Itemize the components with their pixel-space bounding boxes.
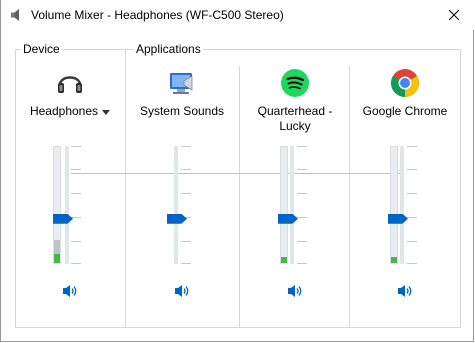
- app-channel-chrome: Google Chrome: [350, 66, 460, 328]
- app-name: System Sounds: [139, 104, 225, 118]
- device-volume-slider-thumb[interactable]: [53, 213, 73, 224]
- tick: [297, 146, 307, 147]
- title-bar[interactable]: Volume Mixer - Headphones (WF-C500 Stere…: [1, 0, 475, 30]
- applications-group-label: Applications: [134, 42, 203, 56]
- app-channel-spotify: Quarterhead - Lucky: [240, 66, 350, 328]
- device-channel: Headphones: [15, 66, 125, 328]
- mute-button[interactable]: [286, 283, 304, 299]
- tick: [407, 169, 417, 170]
- tick: [71, 169, 81, 170]
- app-peak-meter: [390, 146, 398, 264]
- app-channel-system-sounds: System Sounds: [127, 66, 237, 328]
- tick: [407, 217, 417, 218]
- tick: [181, 193, 191, 194]
- device-name: Headphones: [29, 104, 99, 118]
- chrome-icon: [391, 69, 419, 97]
- slider-ticks: [407, 146, 417, 264]
- app-slider-track[interactable]: [290, 146, 294, 264]
- meter-peak-level: [54, 253, 60, 263]
- tick: [71, 193, 81, 194]
- tick: [297, 241, 307, 242]
- tick: [297, 169, 307, 170]
- speaker-icon: [288, 285, 302, 297]
- app-volume-slider-thumb[interactable]: [278, 213, 298, 224]
- mute-button[interactable]: [396, 283, 414, 299]
- mute-button[interactable]: [173, 283, 191, 299]
- system-sounds-icon: [170, 73, 193, 94]
- speaker-icon: [175, 285, 189, 297]
- tick: [181, 146, 191, 147]
- close-button[interactable]: [432, 0, 475, 30]
- tick: [71, 217, 81, 218]
- device-group-label: Device: [21, 42, 62, 56]
- tick: [407, 241, 417, 242]
- tick: [71, 263, 81, 264]
- tick: [181, 241, 191, 242]
- tick: [407, 146, 417, 147]
- meter-peak-level: [281, 257, 287, 263]
- tick: [297, 193, 307, 194]
- slider-ticks: [297, 146, 307, 264]
- tick: [181, 263, 191, 264]
- slider-ticks: [181, 146, 191, 264]
- headphones-icon: [58, 76, 82, 93]
- app-volume-slider-thumb[interactable]: [388, 213, 408, 224]
- device-selector[interactable]: Headphones: [15, 104, 125, 119]
- app-name: Quarterhead - Lucky: [257, 104, 333, 133]
- tick: [407, 193, 417, 194]
- mute-button[interactable]: [61, 283, 79, 299]
- tick: [71, 146, 81, 147]
- spotify-icon: [281, 69, 309, 97]
- window-title: Volume Mixer - Headphones (WF-C500 Stere…: [31, 8, 284, 22]
- tick: [297, 263, 307, 264]
- app-slider-track[interactable]: [400, 146, 404, 264]
- volume-mixer-window: Volume Mixer - Headphones (WF-C500 Stere…: [0, 0, 475, 342]
- meter-peak-level: [391, 257, 397, 263]
- app-slider-track[interactable]: [174, 146, 178, 264]
- device-slider-track[interactable]: [65, 146, 69, 264]
- tick: [71, 241, 81, 242]
- speaker-icon: [11, 9, 19, 21]
- device-peak-meter: [53, 146, 61, 264]
- tick: [181, 169, 191, 170]
- app-name: Google Chrome: [362, 104, 448, 118]
- tick: [407, 263, 417, 264]
- app-peak-meter: [280, 146, 288, 264]
- speaker-icon: [398, 285, 412, 297]
- tick: [297, 217, 307, 218]
- chevron-down-icon: [102, 110, 111, 115]
- close-icon: [449, 10, 459, 20]
- speaker-icon: [63, 285, 77, 297]
- slider-ticks: [71, 146, 81, 264]
